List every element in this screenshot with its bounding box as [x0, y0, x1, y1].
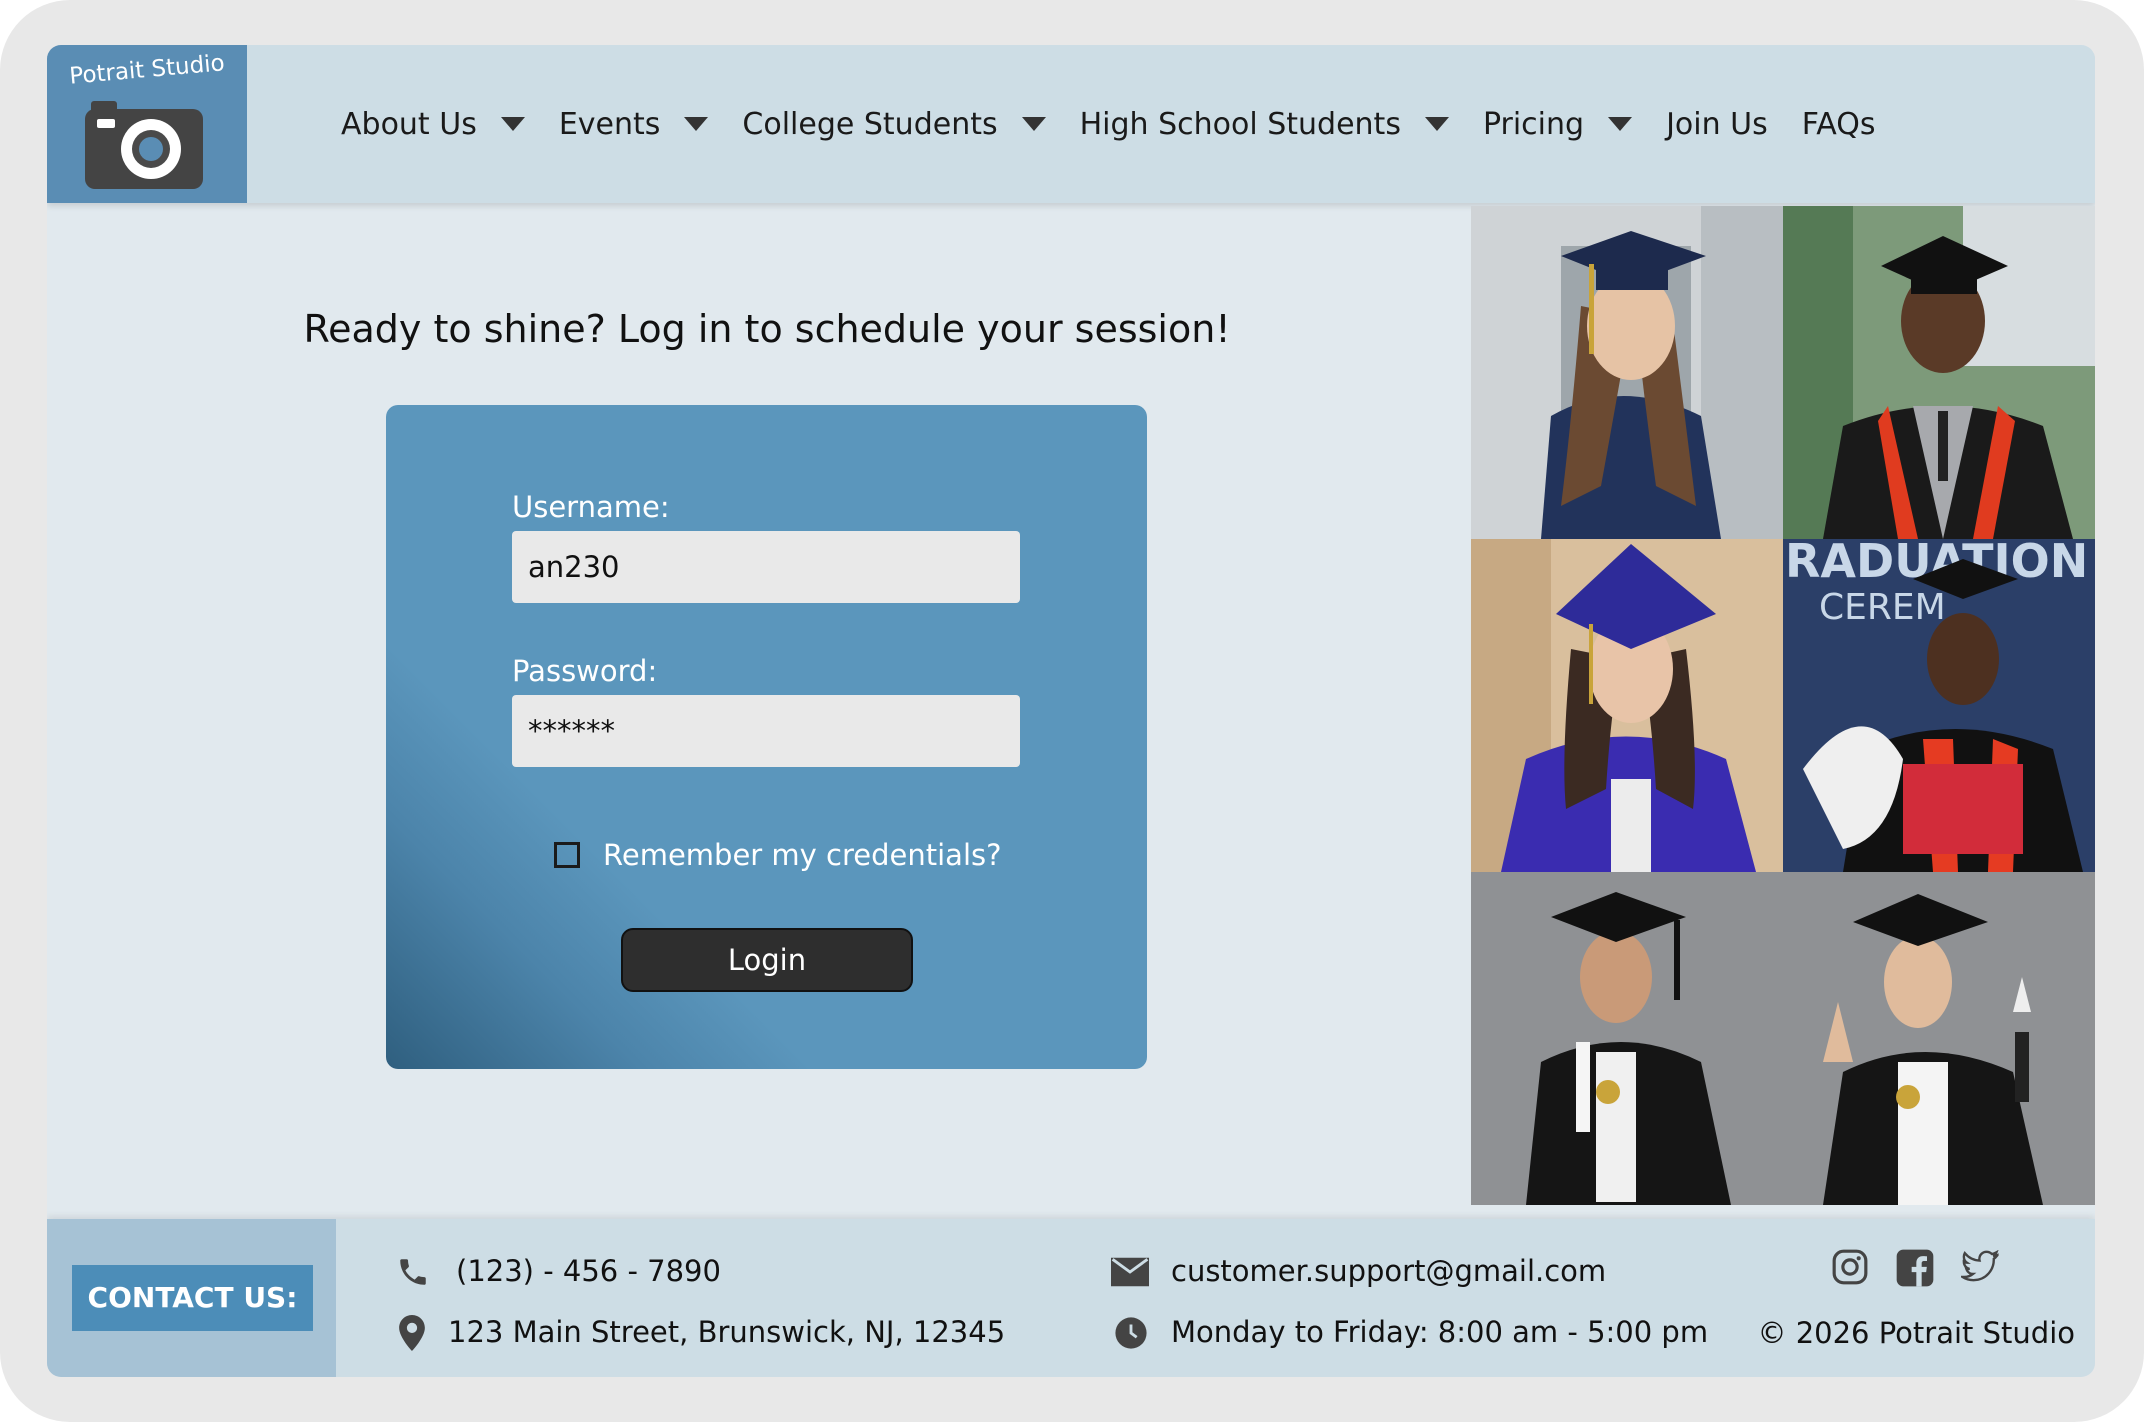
nav-college-students[interactable]: College Students: [742, 106, 1046, 142]
graduate-photo-5: [1471, 872, 1783, 1205]
phone-icon: [400, 1259, 426, 1285]
location-pin-icon: [399, 1315, 425, 1351]
facebook-icon[interactable]: [1895, 1248, 1935, 1288]
graduate-photo: [1471, 206, 1783, 539]
remember-me[interactable]: Remember my credentials?: [554, 838, 1002, 872]
phone-number: (123) - 456 - 7890: [456, 1254, 721, 1288]
graduate-photo: [1471, 539, 1783, 872]
mail-icon: [1111, 1257, 1149, 1287]
top-nav: Potrait Studio About Us Events College S…: [47, 45, 2095, 203]
nav-menu: About Us Events College Students High Sc…: [341, 45, 1910, 203]
username-label: Username:: [512, 490, 670, 524]
nav-college-students-label: College Students: [742, 106, 998, 142]
logo-text: Potrait Studio: [68, 50, 226, 90]
remember-label: Remember my credentials?: [603, 838, 1002, 872]
business-hours: Monday to Friday: 8:00 am - 5:00 pm: [1171, 1315, 1709, 1349]
address: 123 Main Street, Brunswick, NJ, 12345: [448, 1315, 1006, 1349]
login-form: Username: Password: Remember my credenti…: [386, 405, 1147, 1069]
password-input[interactable]: [512, 695, 1020, 767]
username-input[interactable]: [512, 531, 1020, 603]
caret-down-icon: [1608, 117, 1633, 131]
nav-events-label: Events: [558, 106, 661, 142]
clock-icon: [1115, 1317, 1147, 1349]
caret-down-icon: [1424, 117, 1449, 131]
nav-events[interactable]: Events: [559, 107, 709, 142]
copyright: © 2026 Potrait Studio: [1757, 1316, 2075, 1350]
login-button[interactable]: Login: [621, 928, 913, 992]
page-headline: Ready to shine? Log in to schedule your …: [303, 307, 1231, 351]
nav-high-school-students-label: High School Students: [1079, 106, 1401, 142]
nav-pricing[interactable]: Pricing: [1482, 106, 1633, 142]
photo-gallery: RADUATION CEREM: [1471, 206, 2095, 1206]
contact-us-button[interactable]: CONTACT US:: [72, 1265, 313, 1331]
camera-icon: [85, 101, 203, 189]
graduate-photo: [1471, 872, 1783, 1205]
nav-pricing-label: Pricing: [1482, 106, 1585, 142]
nav-faqs-label: FAQs: [1801, 106, 1876, 142]
photo-banner-sub: CEREM: [1819, 587, 1946, 628]
graduate-photo: [1783, 206, 2095, 539]
nav-join-us-label: Join Us: [1666, 106, 1768, 142]
nav-high-school-students[interactable]: High School Students: [1080, 107, 1449, 142]
caret-down-icon: [1021, 117, 1046, 131]
graduate-photo: RADUATION CEREM: [1783, 539, 2095, 872]
graduate-photo-6: [1783, 872, 2095, 1205]
instagram-icon[interactable]: [1831, 1248, 1869, 1286]
password-label: Password:: [512, 654, 658, 688]
twitter-icon[interactable]: [1961, 1250, 1999, 1284]
caret-down-icon: [500, 117, 525, 131]
caret-down-icon: [684, 117, 709, 131]
nav-about-us-label: About Us: [341, 106, 477, 142]
graduate-photo: [1783, 872, 2095, 1205]
studio-logo[interactable]: Potrait Studio: [47, 45, 247, 203]
graduate-photo-3: [1471, 539, 1783, 872]
graduate-photo-1: [1471, 206, 1783, 539]
nav-faqs[interactable]: FAQs: [1802, 107, 1876, 142]
footer: CONTACT US: (123) - 456 - 7890 123 Main …: [47, 1219, 2095, 1377]
graduate-photo-4: RADUATION CEREM: [1783, 539, 2095, 872]
nav-about-us[interactable]: About Us: [341, 107, 525, 142]
support-email[interactable]: customer.support@gmail.com: [1171, 1254, 1606, 1288]
remember-checkbox[interactable]: [554, 842, 580, 868]
graduate-photo-2: [1783, 206, 2095, 539]
contact-block: CONTACT US:: [47, 1219, 336, 1377]
nav-join-us[interactable]: Join Us: [1666, 107, 1768, 142]
page: Potrait Studio About Us Events College S…: [47, 45, 2095, 1377]
